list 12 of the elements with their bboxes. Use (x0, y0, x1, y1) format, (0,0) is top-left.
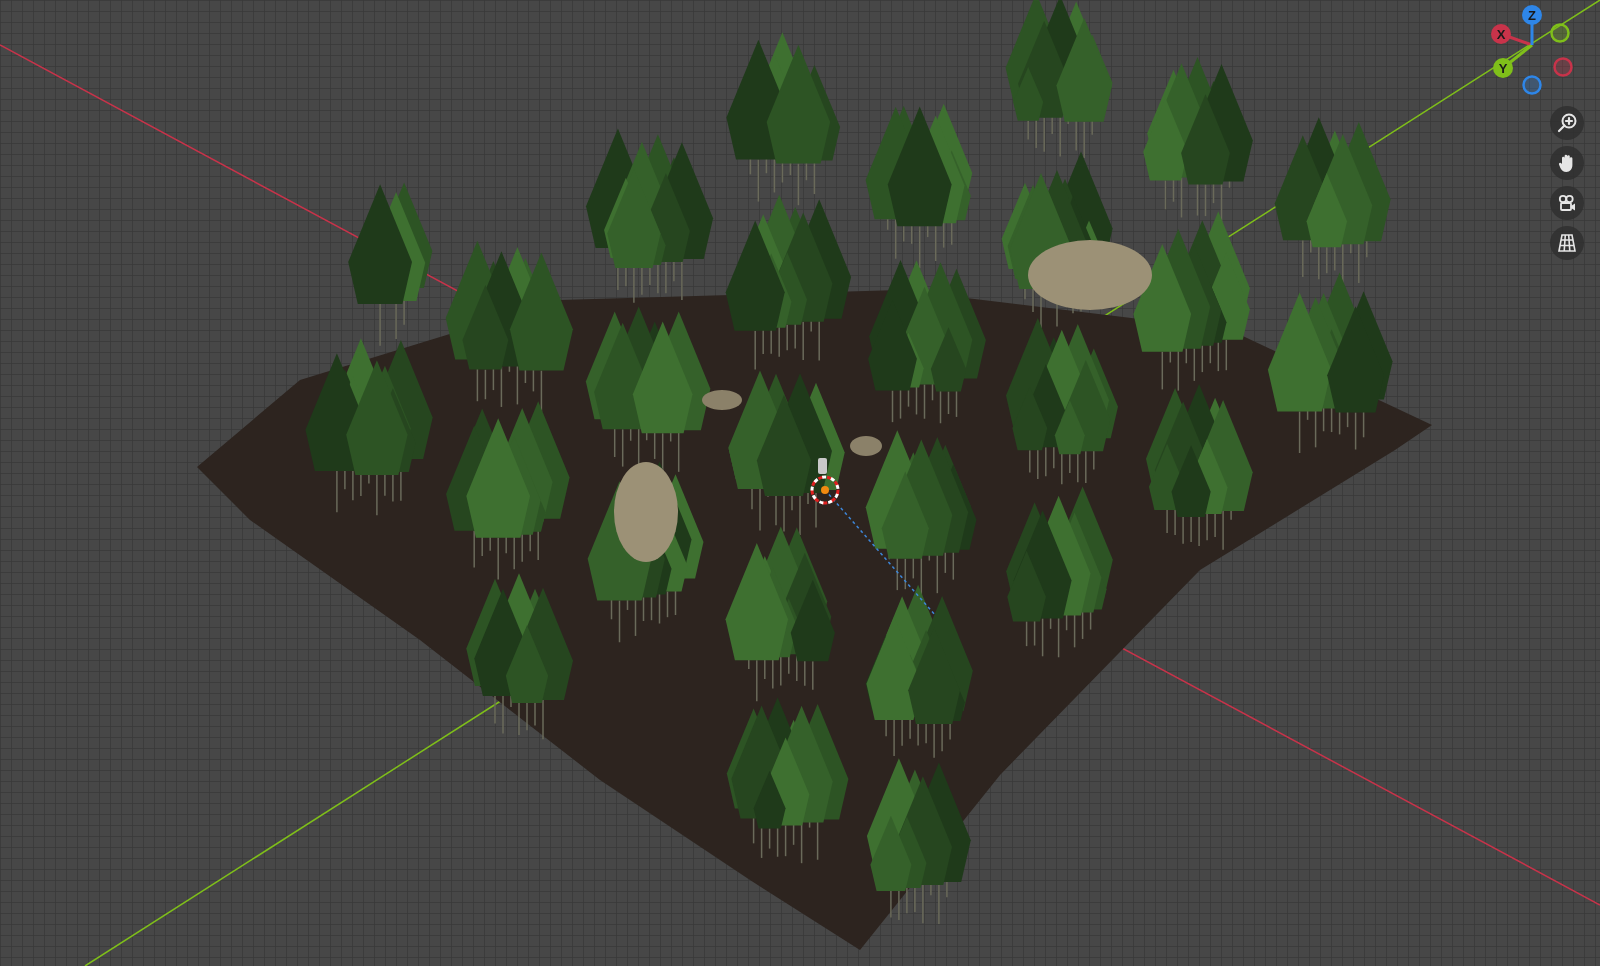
zoom-in-icon (1556, 112, 1578, 134)
movie-camera-icon (1556, 192, 1578, 214)
axis-label: X (1496, 26, 1506, 42)
negative-axis-handle[interactable] (1553, 57, 1573, 77)
axis-handle[interactable] (1493, 58, 1513, 78)
grid-plane-icon (1556, 232, 1578, 254)
negative-axis-handle[interactable] (1550, 23, 1570, 43)
axis-handle[interactable] (1522, 5, 1542, 25)
axis-handle[interactable] (1491, 24, 1511, 44)
axis-label: Y (1498, 60, 1508, 76)
axis-label: Z (1528, 7, 1536, 23)
negative-axis-handle[interactable] (1522, 75, 1542, 95)
